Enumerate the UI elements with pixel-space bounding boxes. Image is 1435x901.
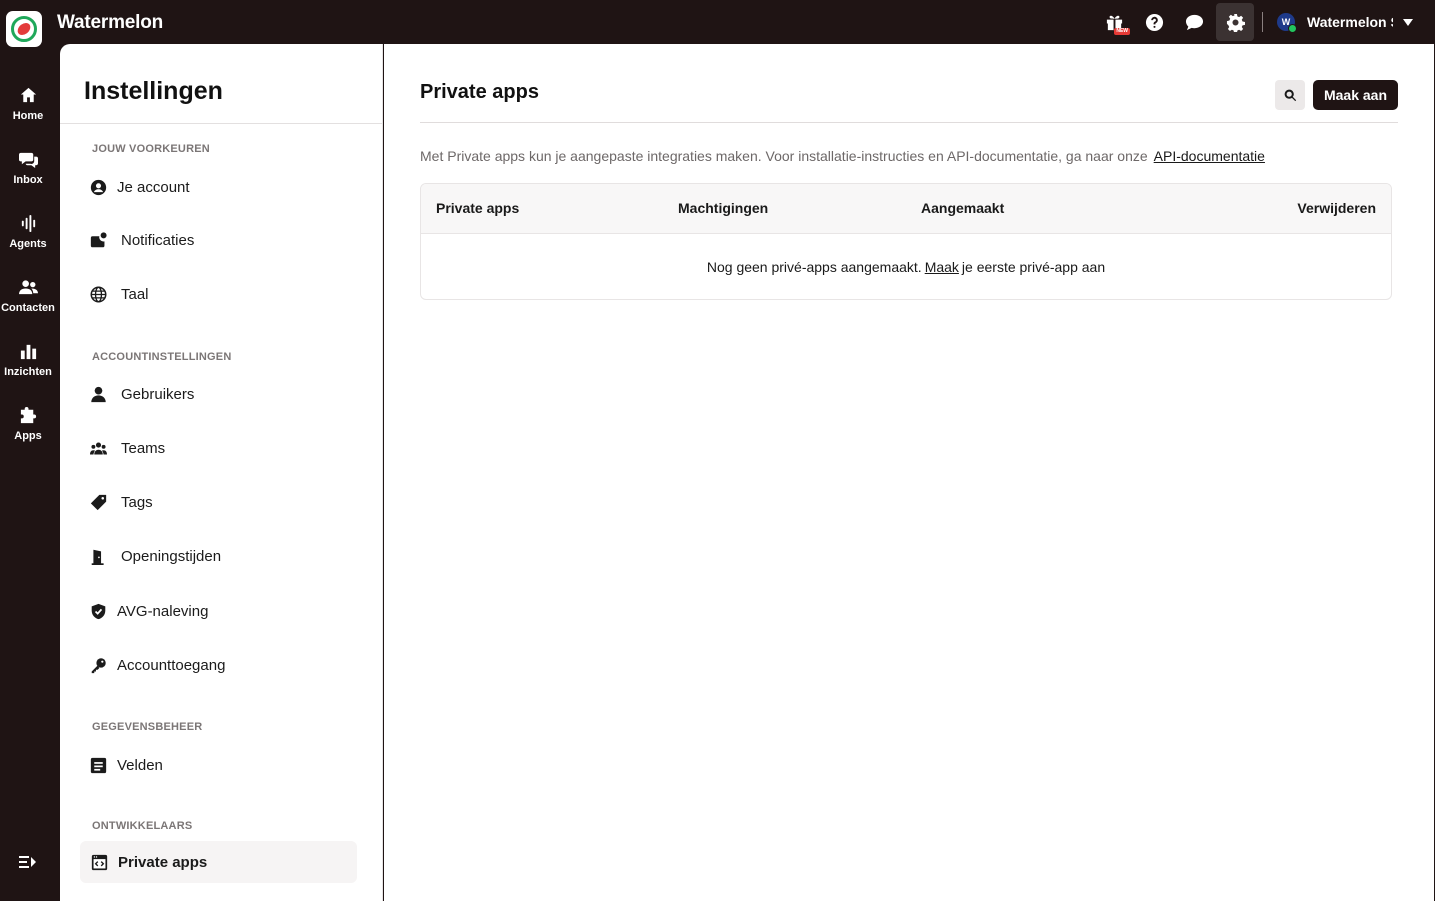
settings-item-teams[interactable]: Teams [90, 440, 165, 457]
column-header: Machtigingen [678, 200, 769, 216]
settings-item-velden[interactable]: Velden [90, 757, 163, 774]
key-icon [91, 658, 106, 674]
globe-icon [90, 286, 107, 303]
empty-state-text: je eerste privé-app aan [961, 259, 1106, 275]
collapse-nav-icon[interactable] [19, 854, 37, 875]
chat-icon[interactable] [1174, 2, 1214, 42]
nav-apps[interactable]: Apps [0, 406, 56, 442]
watermelon-logo-icon[interactable] [6, 11, 42, 47]
create-app-link[interactable]: Maak [925, 259, 959, 275]
user-circle-icon [90, 179, 107, 196]
api-docs-link[interactable]: API-documentatie [1154, 148, 1265, 164]
door-open-icon [91, 549, 104, 565]
nav-agents[interactable]: Agents [0, 214, 56, 250]
empty-state: Nog geen privé-apps aangemaakt. Maak je … [421, 234, 1391, 299]
account-menu[interactable]: W Watermelon S [1277, 13, 1413, 33]
settings-item-gebruikers[interactable]: Gebruikers [90, 386, 194, 403]
notification-icon [90, 232, 107, 248]
settings-item-accounttoegang[interactable]: Accounttoegang [90, 657, 225, 674]
account-name: Watermelon S [1307, 14, 1393, 30]
create-app-button[interactable]: Maak aan [1313, 80, 1398, 110]
chat-bubbles-icon [18, 152, 38, 169]
column-header: Aangemaakt [921, 200, 1005, 216]
section-heading: JOUW VOORKEUREN [92, 143, 210, 155]
search-button[interactable] [1275, 80, 1305, 110]
nav-home[interactable]: Home [0, 86, 56, 122]
bar-chart-icon [20, 344, 36, 360]
search-icon [1284, 89, 1296, 101]
settings-item-notificaties[interactable]: Notificaties [90, 232, 194, 249]
code-window-icon [91, 854, 108, 870]
section-heading: ONTWIKKELAARS [92, 820, 193, 832]
agents-bars-icon [21, 214, 35, 233]
home-icon [20, 87, 36, 103]
table-header: Private apps Machtigingen Aangemaakt Ver… [421, 184, 1391, 234]
gift-icon[interactable]: NEW [1094, 2, 1134, 42]
tag-icon [90, 494, 107, 511]
description-text: Met Private apps kun je aangepaste integ… [420, 148, 1148, 164]
settings-item-avg-naleving[interactable]: AVG-naleving [90, 603, 208, 620]
help-icon[interactable] [1134, 2, 1174, 42]
private-apps-table: Private apps Machtigingen Aangemaakt Ver… [420, 183, 1392, 300]
settings-gear-icon[interactable] [1216, 3, 1254, 41]
chevron-down-icon [1403, 18, 1413, 26]
column-header: Private apps [436, 200, 520, 216]
settings-item-private-apps[interactable]: Private apps [80, 841, 357, 883]
settings-item-je-account[interactable]: Je account [90, 179, 190, 196]
puzzle-icon [20, 406, 36, 424]
team-icon [90, 442, 107, 455]
divider [60, 123, 382, 124]
nav-contacten[interactable]: Contacten [0, 278, 56, 314]
main-content: Private apps Maak aan Met Private apps k… [384, 44, 1434, 901]
settings-title: Instellingen [84, 77, 223, 105]
section-heading: GEGEVENSBEHEER [92, 721, 203, 733]
top-bar-actions: NEW W Watermelon S [1094, 0, 1435, 44]
page-title: Private apps [420, 81, 539, 103]
nav-inzichten[interactable]: Inzichten [0, 342, 56, 378]
shield-check-icon [91, 603, 106, 620]
fields-icon [90, 757, 107, 774]
contacts-icon [18, 280, 38, 295]
page-description: Met Private apps kun je aangepaste integ… [420, 148, 1265, 164]
column-header: Verwijderen [1297, 200, 1376, 216]
divider [420, 122, 1398, 123]
settings-sidebar: Instellingen JOUW VOORKEUREN Je account … [60, 44, 383, 901]
main-nav: Home Inbox Agents Contacten Inzichten Ap… [0, 44, 60, 901]
new-badge: NEW [1114, 28, 1130, 35]
avatar: W [1277, 13, 1297, 33]
settings-item-tags[interactable]: Tags [90, 494, 153, 511]
empty-state-text: Nog geen privé-apps aangemaakt. [706, 259, 922, 275]
separator [1262, 12, 1263, 32]
app-name: Watermelon [57, 12, 164, 33]
section-heading: ACCOUNTINSTELLINGEN [92, 351, 232, 363]
settings-item-openingstijden[interactable]: Openingstijden [90, 548, 221, 565]
user-icon [91, 386, 106, 403]
settings-item-taal[interactable]: Taal [90, 286, 149, 303]
nav-inbox[interactable]: Inbox [0, 150, 56, 186]
top-bar: Watermelon NEW W Watermelon S [0, 0, 1435, 47]
